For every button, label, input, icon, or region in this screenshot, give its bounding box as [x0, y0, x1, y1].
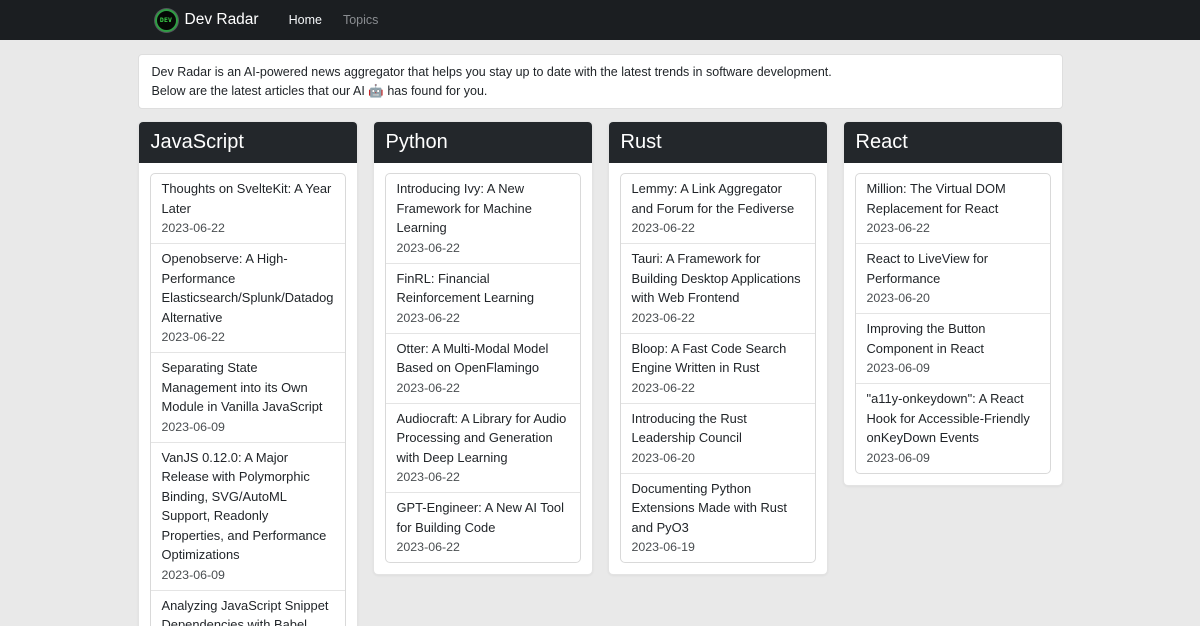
topic-column-react: React Million: The Virtual DOM Replaceme…	[843, 121, 1063, 486]
article-item[interactable]: Audiocraft: A Library for Audio Processi…	[386, 404, 580, 494]
article-list: Lemmy: A Link Aggregator and Forum for t…	[620, 173, 816, 563]
logo-dev-text: DEV	[160, 17, 172, 24]
article-title: "a11y-onkeydown": A React Hook for Acces…	[867, 389, 1039, 448]
article-date: 2023-06-22	[162, 328, 334, 346]
article-title: Introducing Ivy: A New Framework for Mac…	[397, 179, 569, 238]
article-list: Thoughts on SvelteKit: A Year Later 2023…	[150, 173, 346, 626]
article-item[interactable]: Separating State Management into its Own…	[151, 353, 345, 443]
article-item[interactable]: Thoughts on SvelteKit: A Year Later 2023…	[151, 174, 345, 244]
article-date: 2023-06-09	[162, 566, 334, 584]
article-title: React to LiveView for Performance	[867, 249, 1039, 288]
article-item[interactable]: Otter: A Multi-Modal Model Based on Open…	[386, 334, 580, 404]
article-item[interactable]: "a11y-onkeydown": A React Hook for Acces…	[856, 384, 1050, 473]
intro-card: Dev Radar is an AI-powered news aggregat…	[138, 54, 1063, 109]
nav-links: Home Topics	[289, 13, 379, 27]
article-date: 2023-06-22	[632, 309, 804, 327]
main-content: Dev Radar is an AI-powered news aggregat…	[138, 54, 1063, 626]
topic-card: Python Introducing Ivy: A New Framework …	[373, 121, 593, 575]
article-title: FinRL: Financial Reinforcement Learning	[397, 269, 569, 308]
article-item[interactable]: FinRL: Financial Reinforcement Learning …	[386, 264, 580, 334]
brand-link[interactable]: DEV Dev Radar	[155, 9, 259, 32]
article-title: Thoughts on SvelteKit: A Year Later	[162, 179, 334, 218]
intro-line-1: Dev Radar is an AI-powered news aggregat…	[152, 63, 1049, 82]
topic-column-rust: Rust Lemmy: A Link Aggregator and Forum …	[608, 121, 828, 575]
article-date: 2023-06-20	[632, 449, 804, 467]
article-list: Introducing Ivy: A New Framework for Mac…	[385, 173, 581, 563]
article-title: Tauri: A Framework for Building Desktop …	[632, 249, 804, 308]
nav-item-topics[interactable]: Topics	[343, 13, 378, 27]
article-item[interactable]: Improving the Button Component in React …	[856, 314, 1050, 384]
column-body: Thoughts on SvelteKit: A Year Later 2023…	[139, 163, 357, 626]
article-item[interactable]: Lemmy: A Link Aggregator and Forum for t…	[621, 174, 815, 244]
navbar-container: DEV Dev Radar Home Topics	[138, 9, 1063, 32]
article-item[interactable]: React to LiveView for Performance 2023-0…	[856, 244, 1050, 314]
topics-grid: JavaScript Thoughts on SvelteKit: A Year…	[138, 121, 1063, 626]
column-header: Python	[374, 122, 592, 163]
article-item[interactable]: Analyzing JavaScript Snippet Dependencie…	[151, 591, 345, 626]
column-body: Introducing Ivy: A New Framework for Mac…	[374, 163, 592, 574]
article-item[interactable]: Documenting Python Extensions Made with …	[621, 474, 815, 563]
article-date: 2023-06-09	[162, 418, 334, 436]
article-date: 2023-06-19	[632, 538, 804, 556]
column-header: JavaScript	[139, 122, 357, 163]
article-date: 2023-06-09	[867, 449, 1039, 467]
article-date: 2023-06-22	[397, 468, 569, 486]
intro-line-2: Below are the latest articles that our A…	[152, 82, 1049, 101]
topic-card: JavaScript Thoughts on SvelteKit: A Year…	[138, 121, 358, 626]
article-title: Million: The Virtual DOM Replacement for…	[867, 179, 1039, 218]
article-title: Separating State Management into its Own…	[162, 358, 334, 417]
article-title: Introducing the Rust Leadership Council	[632, 409, 804, 448]
article-item[interactable]: Introducing the Rust Leadership Council …	[621, 404, 815, 474]
article-title: Lemmy: A Link Aggregator and Forum for t…	[632, 179, 804, 218]
article-title: GPT-Engineer: A New AI Tool for Building…	[397, 498, 569, 537]
article-title: Otter: A Multi-Modal Model Based on Open…	[397, 339, 569, 378]
article-title: VanJS 0.12.0: A Major Release with Polym…	[162, 448, 334, 565]
nav-item-home[interactable]: Home	[289, 13, 322, 27]
brand-title: Dev Radar	[185, 11, 259, 29]
article-date: 2023-06-20	[867, 289, 1039, 307]
topic-card: React Million: The Virtual DOM Replaceme…	[843, 121, 1063, 486]
article-item[interactable]: VanJS 0.12.0: A Major Release with Polym…	[151, 443, 345, 591]
article-date: 2023-06-22	[397, 379, 569, 397]
article-list: Million: The Virtual DOM Replacement for…	[855, 173, 1051, 474]
article-title: Bloop: A Fast Code Search Engine Written…	[632, 339, 804, 378]
topic-column-javascript: JavaScript Thoughts on SvelteKit: A Year…	[138, 121, 358, 626]
column-header: Rust	[609, 122, 827, 163]
column-body: Lemmy: A Link Aggregator and Forum for t…	[609, 163, 827, 574]
dev-radar-logo-icon: DEV	[155, 9, 178, 32]
article-date: 2023-06-22	[397, 538, 569, 556]
article-item[interactable]: Bloop: A Fast Code Search Engine Written…	[621, 334, 815, 404]
navbar: DEV Dev Radar Home Topics	[0, 0, 1200, 40]
article-item[interactable]: Openobserve: A High-Performance Elastics…	[151, 244, 345, 353]
topic-card: Rust Lemmy: A Link Aggregator and Forum …	[608, 121, 828, 575]
column-body: Million: The Virtual DOM Replacement for…	[844, 163, 1062, 485]
article-date: 2023-06-09	[867, 359, 1039, 377]
article-title: Improving the Button Component in React	[867, 319, 1039, 358]
article-title: Openobserve: A High-Performance Elastics…	[162, 249, 334, 327]
article-item[interactable]: Million: The Virtual DOM Replacement for…	[856, 174, 1050, 244]
article-date: 2023-06-22	[162, 219, 334, 237]
article-item[interactable]: Introducing Ivy: A New Framework for Mac…	[386, 174, 580, 264]
article-date: 2023-06-22	[632, 219, 804, 237]
column-header: React	[844, 122, 1062, 163]
article-date: 2023-06-22	[867, 219, 1039, 237]
article-title: Analyzing JavaScript Snippet Dependencie…	[162, 596, 334, 626]
article-title: Documenting Python Extensions Made with …	[632, 479, 804, 538]
article-item[interactable]: GPT-Engineer: A New AI Tool for Building…	[386, 493, 580, 562]
topic-column-python: Python Introducing Ivy: A New Framework …	[373, 121, 593, 575]
article-date: 2023-06-22	[632, 379, 804, 397]
article-item[interactable]: Tauri: A Framework for Building Desktop …	[621, 244, 815, 334]
article-title: Audiocraft: A Library for Audio Processi…	[397, 409, 569, 468]
article-date: 2023-06-22	[397, 309, 569, 327]
article-date: 2023-06-22	[397, 239, 569, 257]
